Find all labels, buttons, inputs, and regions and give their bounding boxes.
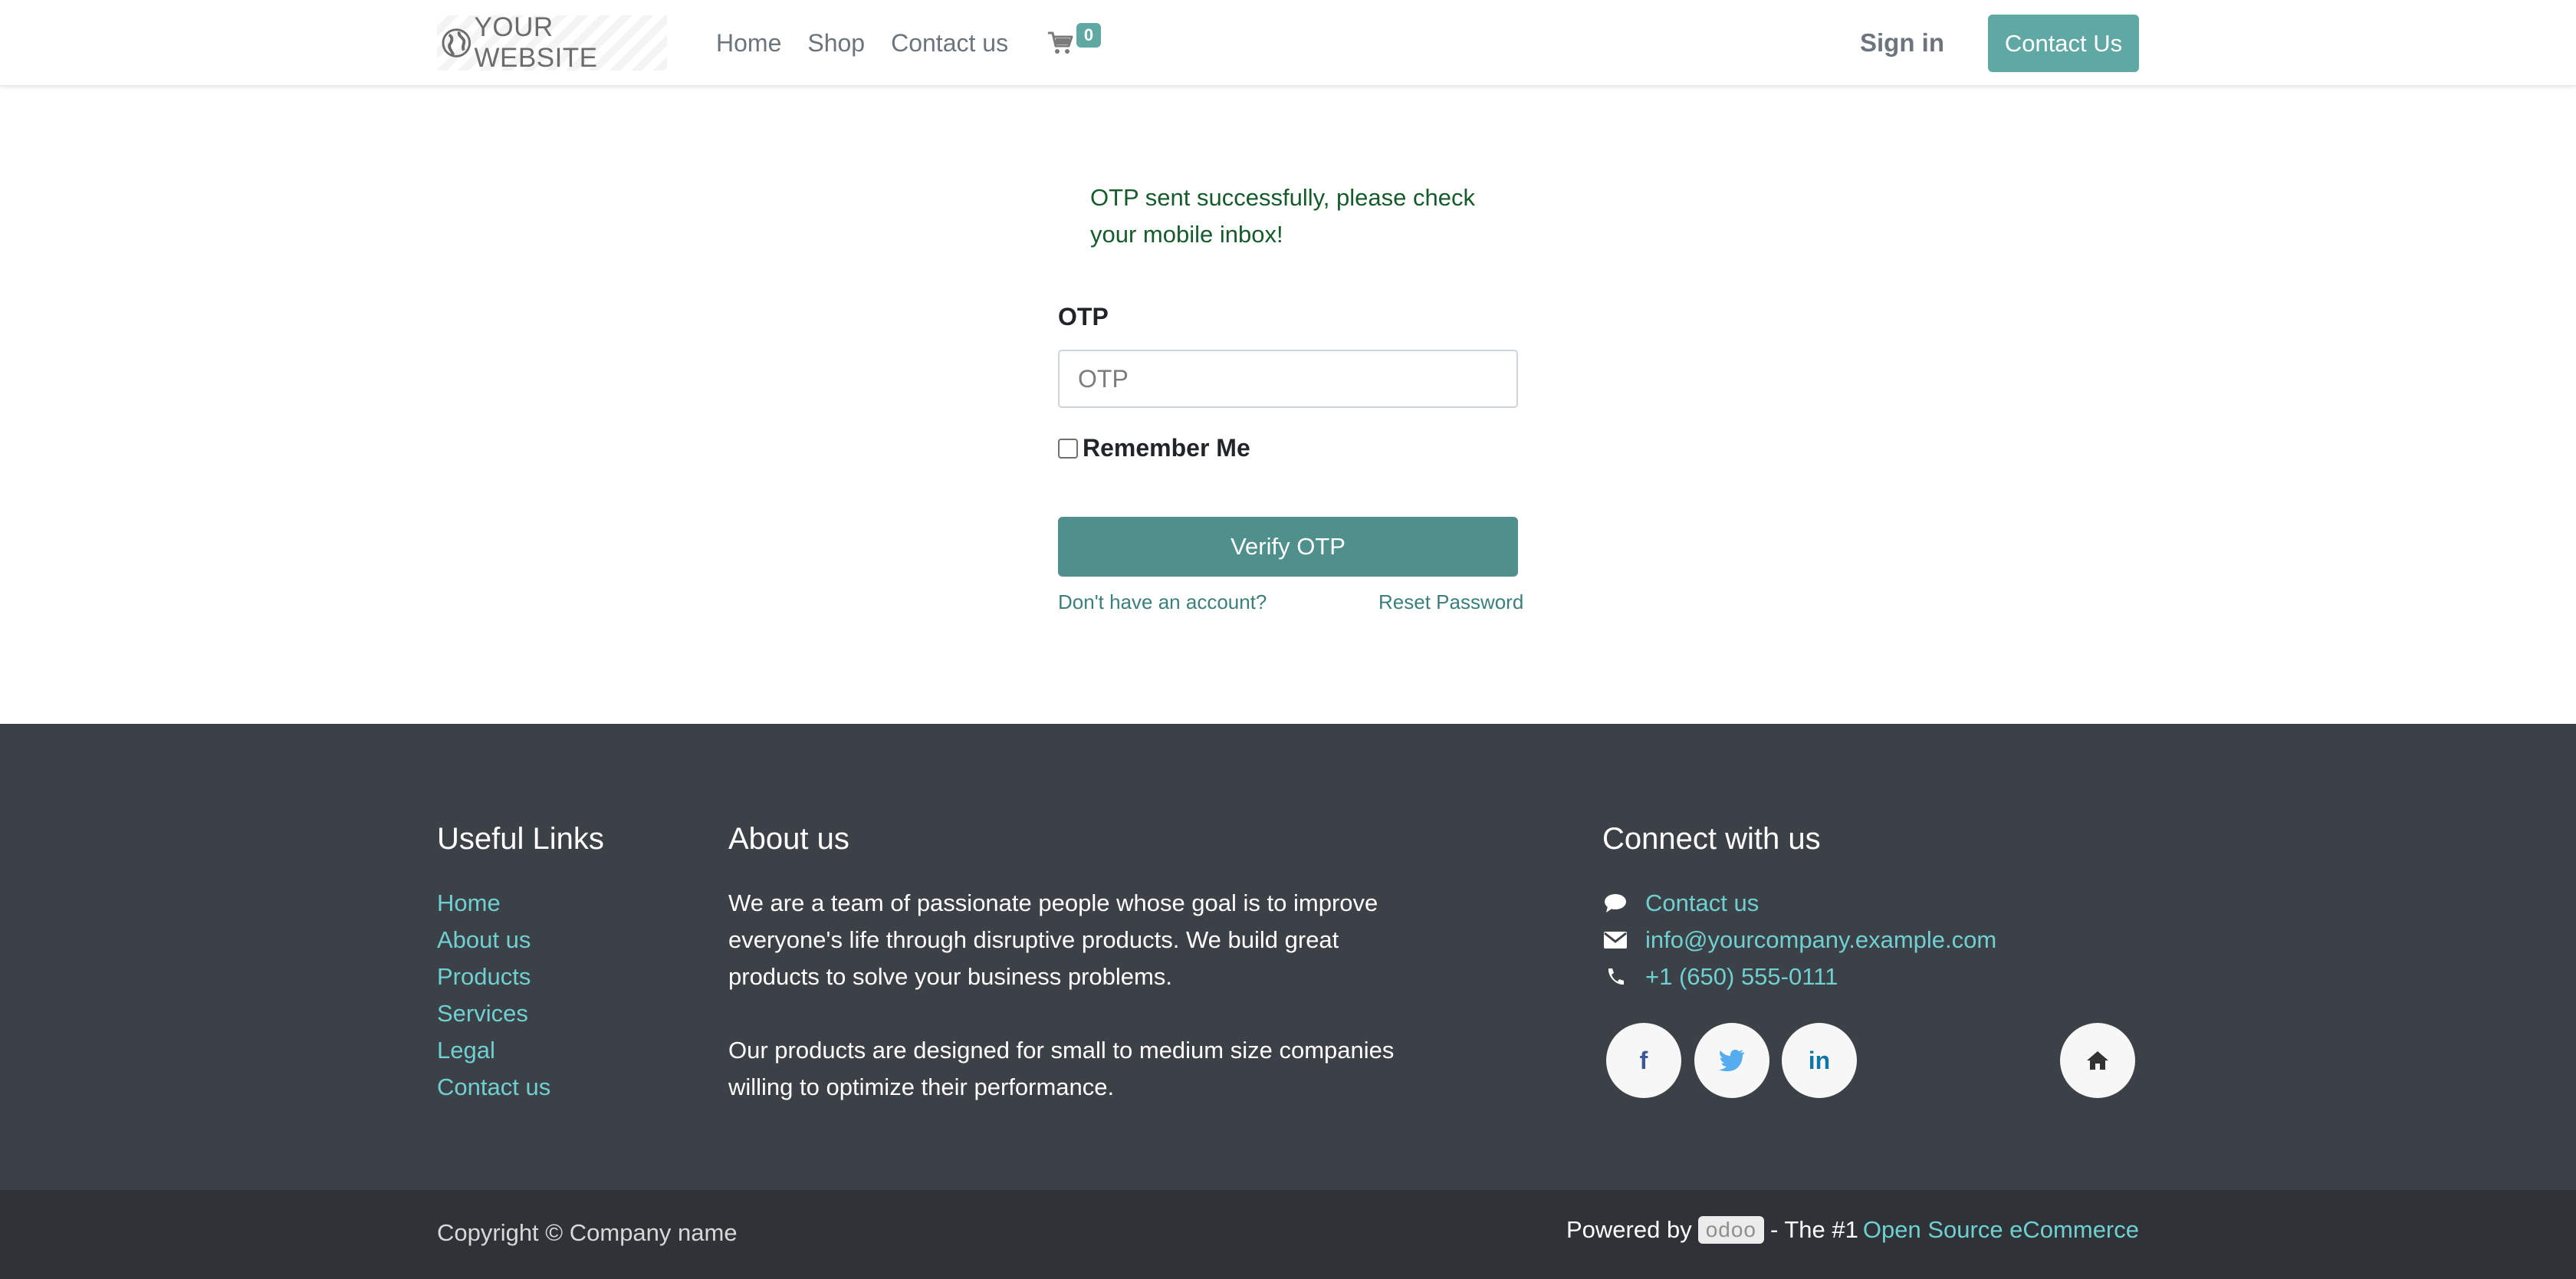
otp-label: OTP: [1058, 303, 1109, 330]
otp-input[interactable]: [1058, 350, 1518, 408]
odoo-logo[interactable]: odoo: [1697, 1216, 1764, 1244]
cart-count-badge: 0: [1076, 23, 1101, 48]
nav-shop[interactable]: Shop: [807, 26, 865, 60]
remember-me-label[interactable]: Remember Me: [1083, 434, 1250, 462]
cart-button[interactable]: 0: [1047, 21, 1109, 60]
facebook-icon: f: [1639, 1046, 1648, 1074]
footer: Useful Links Home About us Products Serv…: [0, 724, 2576, 1190]
reset-password-link[interactable]: Reset Password: [1378, 590, 1523, 614]
about-us-title: About us: [728, 822, 849, 856]
the-number-one-text: - The #1: [1770, 1216, 1858, 1243]
verify-otp-button[interactable]: Verify OTP: [1058, 517, 1518, 577]
remember-me-checkbox[interactable]: [1058, 438, 1078, 459]
shopping-cart-icon: [1048, 31, 1073, 54]
phone-icon: [1602, 965, 1628, 988]
nav-contact-us[interactable]: Contact us: [891, 26, 1008, 60]
facebook-button[interactable]: f: [1606, 1023, 1681, 1098]
footer-link-products[interactable]: Products: [437, 958, 550, 995]
signup-link[interactable]: Don't have an account?: [1058, 590, 1267, 614]
brand-logo[interactable]: YOUR WEBSITE: [437, 12, 667, 73]
globe-icon: [442, 28, 472, 58]
connect-title: Connect with us: [1602, 822, 1821, 856]
open-source-ecommerce-link[interactable]: Open Source eCommerce: [1863, 1216, 2139, 1244]
nav-home[interactable]: Home: [716, 26, 781, 60]
about-paragraph: We are a team of passionate people whose…: [728, 889, 1378, 990]
contact-us-button[interactable]: Contact Us: [1988, 15, 2139, 72]
remember-me-row: Remember Me: [1058, 434, 1250, 462]
footer-link-legal[interactable]: Legal: [437, 1032, 550, 1069]
connect-list: Contact us info@yourcompany.example.com …: [1602, 885, 1996, 995]
powered-by: Powered by odoo - The #1 Open Source eCo…: [1566, 1216, 2139, 1244]
footer-link-about-us[interactable]: About us: [437, 922, 550, 958]
otp-success-alert: OTP sent successfully, please check your…: [1058, 172, 1518, 264]
main-nav: Home Shop Contact us: [716, 26, 1034, 60]
connect-item[interactable]: Contact us: [1602, 885, 1996, 922]
connect-item[interactable]: +1 (650) 555-0111: [1602, 958, 1996, 995]
linkedin-icon: in: [1808, 1046, 1831, 1074]
envelope-icon: [1602, 929, 1628, 952]
useful-links-title: Useful Links: [437, 822, 604, 856]
copyright-bar: Copyright © Company name Powered by odoo…: [0, 1190, 2576, 1279]
sign-in-link[interactable]: Sign in: [1860, 26, 1944, 60]
comment-icon: [1602, 892, 1628, 915]
twitter-button[interactable]: [1694, 1023, 1769, 1098]
about-us-text: We are a team of passionate people whose…: [728, 885, 1403, 1106]
top-navbar: YOUR WEBSITE Home Shop Contact us 0 Sign…: [0, 0, 2576, 86]
powered-by-label: Powered by: [1566, 1216, 1692, 1243]
footer-link-home[interactable]: Home: [437, 885, 550, 922]
twitter-icon: [1719, 1050, 1744, 1071]
useful-links-list: Home About us Products Services Legal Co…: [437, 885, 550, 1106]
linkedin-button[interactable]: in: [1782, 1023, 1857, 1098]
about-paragraph: Our products are designed for small to m…: [728, 1037, 1395, 1100]
connect-email-link[interactable]: info@yourcompany.example.com: [1645, 922, 1996, 958]
home-button[interactable]: [2060, 1023, 2135, 1098]
brand-name: YOUR WEBSITE: [474, 12, 598, 73]
footer-link-contact-us[interactable]: Contact us: [437, 1069, 550, 1106]
connect-contact-link[interactable]: Contact us: [1645, 885, 1759, 922]
copyright-text: Copyright © Company name: [437, 1219, 738, 1246]
footer-link-services[interactable]: Services: [437, 995, 550, 1032]
home-icon: [2087, 1051, 2108, 1070]
connect-item[interactable]: info@yourcompany.example.com: [1602, 922, 1996, 958]
connect-phone-link[interactable]: +1 (650) 555-0111: [1645, 958, 1838, 995]
